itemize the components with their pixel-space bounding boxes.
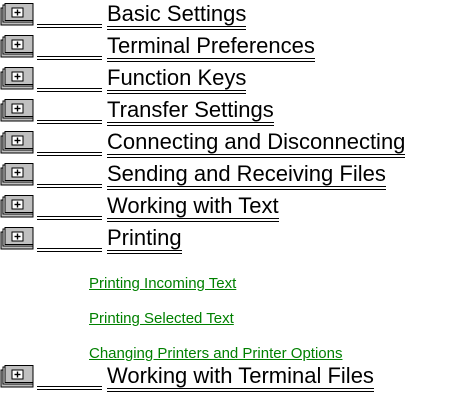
book-icon [0,3,34,26]
topic-label: Function Keys [107,65,247,94]
book-icon [0,163,34,186]
connector-line [37,56,102,60]
book-icon [0,67,34,90]
subtopic-printing-incoming-text[interactable]: Printing Incoming Text [89,275,236,293]
book-icon [0,227,34,250]
book-icon [0,99,34,122]
book-icon [0,195,34,218]
book-icon [0,365,34,388]
connector-line [37,216,102,220]
topic-label: Printing [107,225,182,254]
topic-label: Working with Terminal Files [107,363,374,392]
connector-line [37,120,102,124]
topic-label: Working with Text [107,193,279,222]
connector-line [37,88,102,92]
subtopic-printing-selected-text[interactable]: Printing Selected Text [89,310,234,328]
topic-label: Basic Settings [107,1,247,30]
connector-line [37,184,102,188]
connector-line [37,386,102,390]
connector-line [37,152,102,156]
book-icon [0,131,34,154]
topic-label: Terminal Preferences [107,33,315,62]
topic-label: Connecting and Disconnecting [107,129,406,158]
connector-line [37,248,102,252]
topic-label: Transfer Settings [107,97,274,126]
book-icon [0,35,34,58]
topic-label: Sending and Receiving Files [107,161,386,190]
connector-line [37,24,102,28]
subtopic-changing-printers[interactable]: Changing Printers and Printer Options [89,345,342,363]
